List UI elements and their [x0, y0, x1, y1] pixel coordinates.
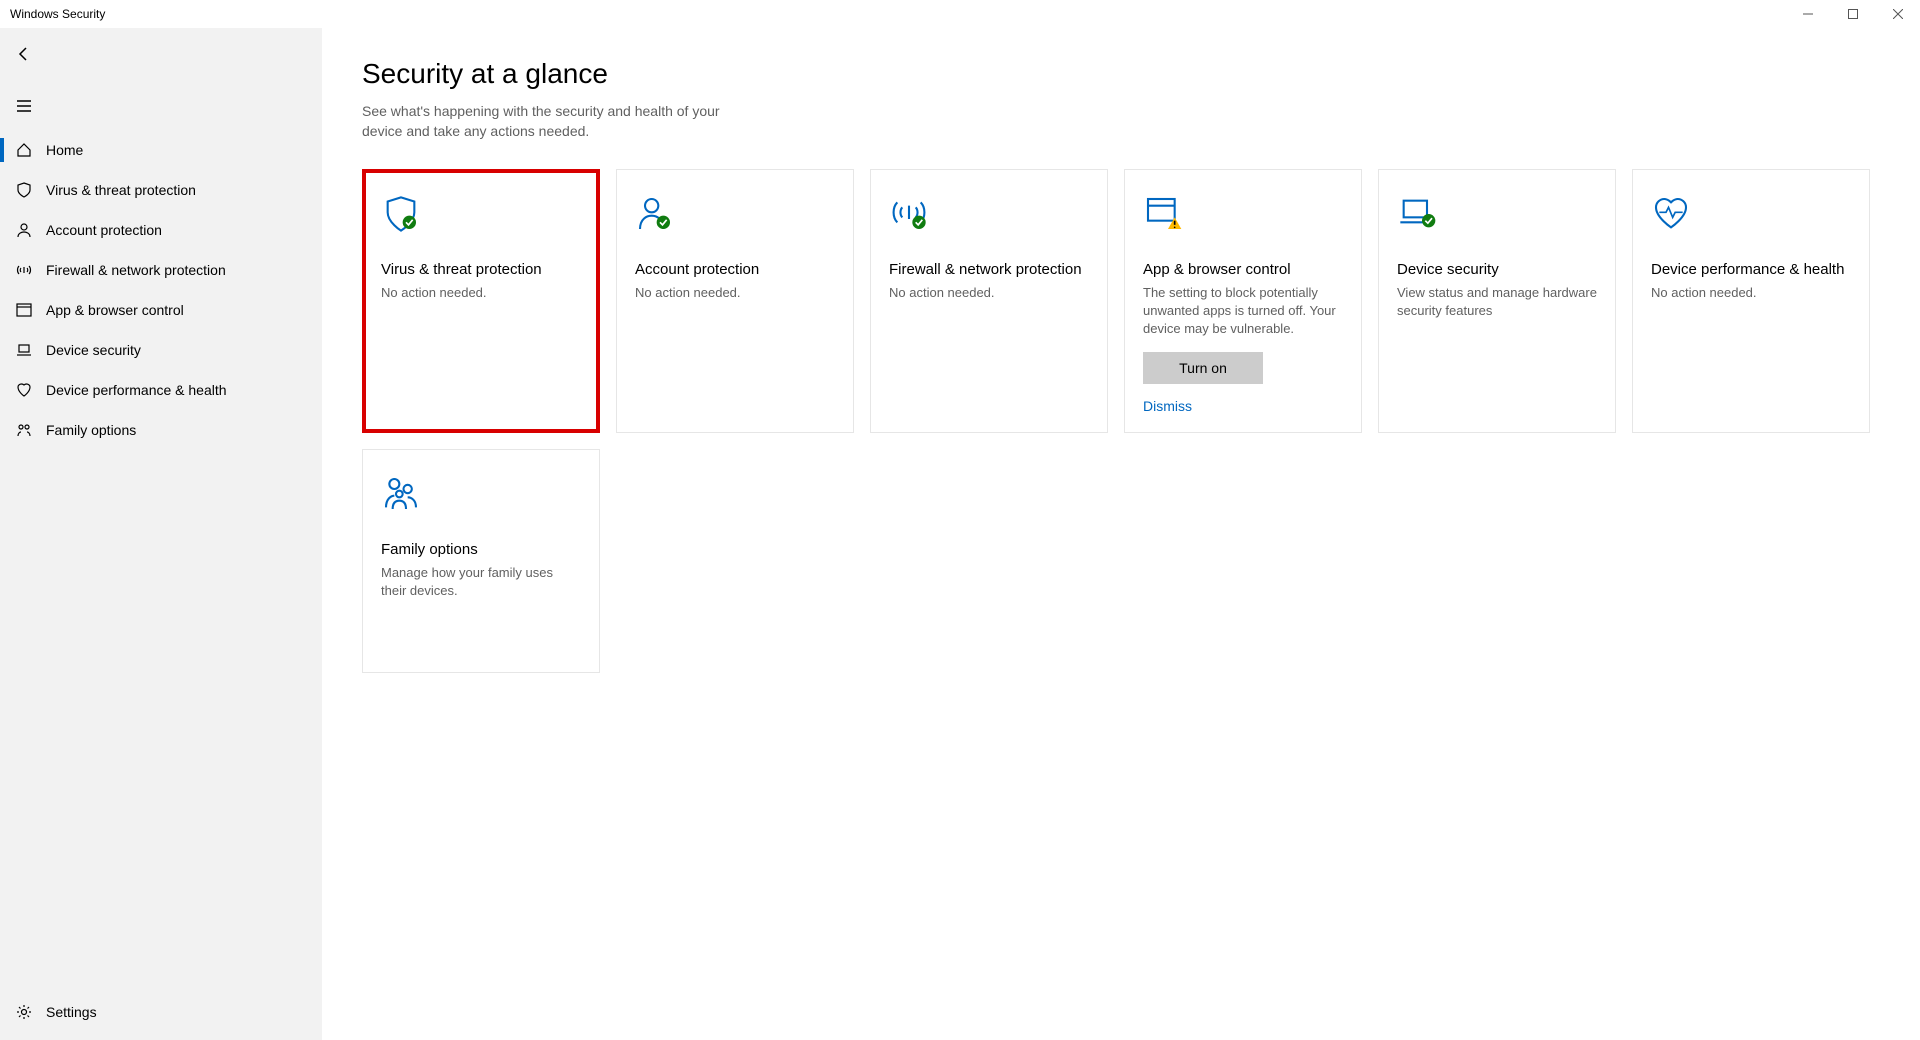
- tile-device-security[interactable]: Device security View status and manage h…: [1378, 169, 1616, 433]
- tile-firewall[interactable]: Firewall & network protection No action …: [870, 169, 1108, 433]
- turn-on-button[interactable]: Turn on: [1143, 352, 1263, 384]
- tile-family[interactable]: Family options Manage how your family us…: [362, 449, 600, 673]
- maximize-button[interactable]: [1830, 0, 1875, 28]
- signal-icon: [16, 262, 32, 278]
- nav-settings[interactable]: Settings: [0, 992, 322, 1032]
- person-large-icon: [635, 194, 835, 242]
- person-icon: [16, 222, 32, 238]
- home-icon: [16, 142, 32, 158]
- nav-label: App & browser control: [46, 302, 184, 318]
- content: Security at a glance See what's happenin…: [322, 28, 1920, 1040]
- nav-firewall[interactable]: Firewall & network protection: [0, 250, 322, 290]
- tile-desc: Manage how your family uses their device…: [381, 564, 581, 600]
- laptop-icon: [16, 342, 32, 358]
- browser-large-icon: [1143, 194, 1343, 242]
- close-button[interactable]: [1875, 0, 1920, 28]
- page-subtitle: See what's happening with the security a…: [362, 102, 762, 141]
- tile-title: Device performance & health: [1651, 260, 1851, 280]
- family-large-icon: [381, 474, 581, 522]
- nav-label: Device security: [46, 342, 141, 358]
- laptop-large-icon: [1397, 194, 1597, 242]
- tile-desc: No action needed.: [889, 284, 1089, 302]
- family-icon: [16, 422, 32, 438]
- tile-account[interactable]: Account protection No action needed.: [616, 169, 854, 433]
- browser-icon: [16, 302, 32, 318]
- tile-performance[interactable]: Device performance & health No action ne…: [1632, 169, 1870, 433]
- gear-icon: [16, 1004, 32, 1020]
- dismiss-link[interactable]: Dismiss: [1143, 398, 1343, 414]
- shield-icon: [16, 182, 32, 198]
- sidebar: Home Virus & threat protection Account p…: [0, 28, 322, 1040]
- tiles-grid: Virus & threat protection No action need…: [362, 169, 1880, 673]
- nav-list: Home Virus & threat protection Account p…: [0, 130, 322, 450]
- tile-desc: No action needed.: [635, 284, 835, 302]
- nav-performance[interactable]: Device performance & health: [0, 370, 322, 410]
- nav-label: Home: [46, 142, 83, 158]
- tile-title: Virus & threat protection: [381, 260, 581, 280]
- nav-device-security[interactable]: Device security: [0, 330, 322, 370]
- tile-desc: View status and manage hardware security…: [1397, 284, 1597, 320]
- minimize-button[interactable]: [1785, 0, 1830, 28]
- nav-label: Firewall & network protection: [46, 262, 226, 278]
- nav-account[interactable]: Account protection: [0, 210, 322, 250]
- nav-label: Account protection: [46, 222, 162, 238]
- titlebar: Windows Security: [0, 0, 1920, 28]
- main-area: Home Virus & threat protection Account p…: [0, 28, 1920, 1040]
- nav-app-browser[interactable]: App & browser control: [0, 290, 322, 330]
- tile-title: Device security: [1397, 260, 1597, 280]
- settings-label: Settings: [46, 1004, 97, 1020]
- tile-app-browser[interactable]: App & browser control The setting to blo…: [1124, 169, 1362, 433]
- window-title: Windows Security: [0, 7, 105, 21]
- tile-desc: No action needed.: [1651, 284, 1851, 302]
- hamburger-button[interactable]: [0, 86, 48, 126]
- nav-label: Virus & threat protection: [46, 182, 196, 198]
- heart-large-icon: [1651, 194, 1851, 242]
- page-title: Security at a glance: [362, 58, 1880, 90]
- tile-title: Firewall & network protection: [889, 260, 1089, 280]
- nav-virus[interactable]: Virus & threat protection: [0, 170, 322, 210]
- nav-family[interactable]: Family options: [0, 410, 322, 450]
- signal-large-icon: [889, 194, 1089, 242]
- tile-desc: The setting to block potentially unwante…: [1143, 284, 1343, 339]
- back-button[interactable]: [0, 34, 48, 74]
- shield-large-icon: [381, 194, 581, 242]
- tile-title: Family options: [381, 540, 581, 560]
- nav-label: Family options: [46, 422, 136, 438]
- tile-virus-threat[interactable]: Virus & threat protection No action need…: [362, 169, 600, 433]
- nav-label: Device performance & health: [46, 382, 227, 398]
- tile-title: App & browser control: [1143, 260, 1343, 280]
- heart-icon: [16, 382, 32, 398]
- window-controls: [1785, 0, 1920, 28]
- tile-title: Account protection: [635, 260, 835, 280]
- tile-desc: No action needed.: [381, 284, 581, 302]
- nav-home[interactable]: Home: [0, 130, 322, 170]
